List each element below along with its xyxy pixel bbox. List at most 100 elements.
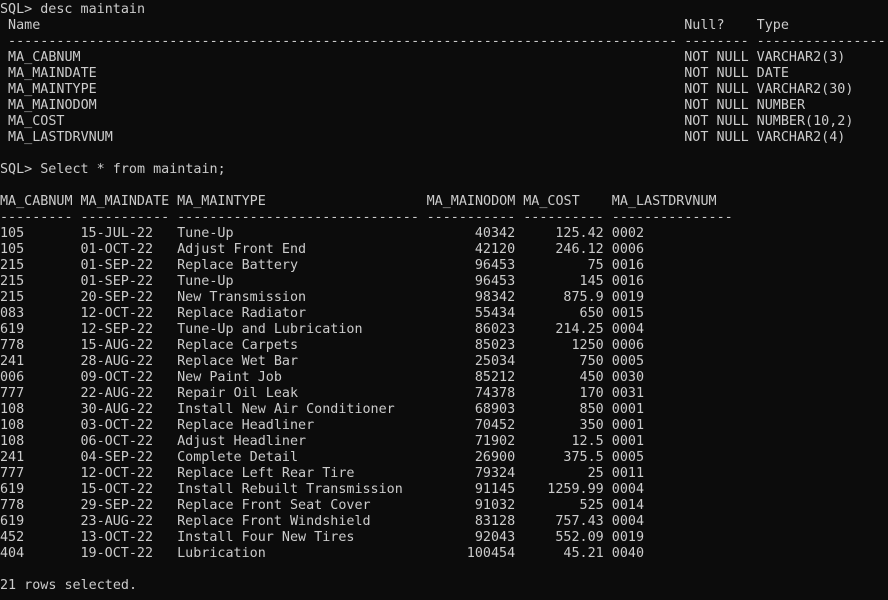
cell-cost: 850 (579, 402, 604, 417)
table-row: 108 30-AUG-22 Install New Air Conditioner 6… (0, 402, 888, 418)
result-header-cost: MA_COST (523, 194, 580, 209)
cell-cost: 875.9 (563, 290, 604, 305)
cell-mainodom: 91145 (474, 482, 516, 497)
table-row: 215 01-SEP-22 Tune-Up 96453 145 0016 (0, 274, 888, 290)
cell-maindate: 15-JUL-22 (80, 226, 154, 241)
cell-cost: 246.12 (555, 242, 604, 257)
table-row: 778 29-SEP-22 Replace Front Seat Cover 9103… (0, 498, 888, 514)
cell-lastdrvnum: 0040 (611, 546, 645, 561)
cell-cost: 757.43 (555, 514, 604, 529)
cell-maindate: 30-AUG-22 (80, 402, 154, 417)
cell-cabnum: 108 (0, 402, 25, 417)
cell-lastdrvnum: 0005 (611, 450, 645, 465)
cell-mainodom: 55434 (474, 306, 516, 321)
cell-cost: 1259.99 (547, 482, 604, 497)
cell-cabnum: 404 (0, 546, 25, 561)
cell-maintype: Install Four New Tires (177, 530, 355, 545)
result-sep-cost: ---------- (523, 210, 604, 225)
result-sep-lastdrvnum: --------------- (611, 210, 733, 225)
prompt-line-select: SQL> Select * from maintain; (0, 162, 888, 178)
cell-mainodom: 86023 (474, 322, 516, 337)
cell-cost: 750 (579, 354, 604, 369)
cell-maintype: Replace Front Windshield (177, 514, 371, 529)
cell-maindate: 09-OCT-22 (80, 370, 154, 385)
cell-lastdrvnum: 0031 (611, 386, 645, 401)
desc-col-null: NOT NULL (684, 82, 749, 97)
cell-cost: 214.25 (555, 322, 604, 337)
cell-cost: 375.5 (563, 450, 604, 465)
table-row: 105 15-JUL-22 Tune-Up 40342 125.42 0002 (0, 226, 888, 242)
desc-col-name: MA_COST (8, 114, 65, 129)
cell-maintype: Tune-Up and Lubrication (177, 322, 363, 337)
cell-cost: 75 (587, 258, 604, 273)
cell-cost: 12.5 (571, 434, 604, 449)
result-header-maintype: MA_MAINTYPE (177, 194, 266, 209)
desc-header-row: Name Null? Type (0, 18, 888, 34)
sql-prompt: SQL> (0, 2, 41, 17)
desc-col-type: NUMBER (756, 98, 806, 113)
footer-line: 21 rows selected. (0, 578, 888, 594)
cell-maintype: Repair Oil Leak (177, 386, 299, 401)
result-sep-cabnum: --------- (0, 210, 73, 225)
cell-lastdrvnum: 0004 (611, 482, 645, 497)
desc-col-type: VARCHAR2(4) (756, 130, 846, 145)
table-row: 215 20-SEP-22 New Transmission 98342 875.9 00… (0, 290, 888, 306)
desc-col-null: NOT NULL (684, 50, 749, 65)
desc-sep-type: ------------------------------------ (756, 34, 888, 49)
desc-col-name: MA_MAINODOM (8, 98, 97, 113)
desc-col-null: NOT NULL (684, 114, 749, 129)
desc-row: MA_MAINTYPE NOT NULL VARCHAR2(30) (0, 82, 888, 98)
table-row: 619 12-SEP-22 Tune-Up and Lubrication 86023… (0, 322, 888, 338)
cell-lastdrvnum: 0015 (611, 306, 645, 321)
cell-mainodom: 96453 (474, 258, 516, 273)
cell-mainodom: 40342 (474, 226, 516, 241)
cell-cabnum: 452 (0, 530, 25, 545)
cell-cabnum: 006 (0, 370, 25, 385)
cell-maindate: 22-AUG-22 (80, 386, 154, 401)
cell-maindate: 15-AUG-22 (80, 338, 154, 353)
table-row: 108 06-OCT-22 Adjust Headliner 71902 12.5 000… (0, 434, 888, 450)
cell-cabnum: 619 (0, 514, 25, 529)
desc-col-null: NOT NULL (684, 98, 749, 113)
table-row: 777 12-OCT-22 Replace Left Rear Tire 79324 2… (0, 466, 888, 482)
cell-maintype: New Paint Job (177, 370, 282, 385)
cell-maintype: Tune-Up (177, 226, 234, 241)
cell-cost: 145 (579, 274, 604, 289)
cell-cabnum: 241 (0, 450, 25, 465)
cell-maindate: 12-OCT-22 (80, 306, 154, 321)
cell-cost: 25 (587, 466, 604, 481)
cell-lastdrvnum: 0005 (611, 354, 645, 369)
desc-header-name: Name (8, 18, 41, 33)
cell-mainodom: 71902 (474, 434, 516, 449)
rows-selected-text: 21 rows selected. (0, 578, 138, 593)
cell-mainodom: 91032 (474, 498, 516, 513)
table-row: 006 09-OCT-22 New Paint Job 85212 450 0030 (0, 370, 888, 386)
table-row: 619 23-AUG-22 Replace Front Windshield 8312… (0, 514, 888, 530)
cell-maintype: Adjust Headliner (177, 434, 307, 449)
cell-cabnum: 083 (0, 306, 25, 321)
desc-row: MA_COST NOT NULL NUMBER(10,2) (0, 114, 888, 130)
cell-cost: 350 (579, 418, 604, 433)
table-row: 452 13-OCT-22 Install Four New Tires 92043 5… (0, 530, 888, 546)
cell-mainodom: 79324 (474, 466, 516, 481)
cell-lastdrvnum: 0006 (611, 338, 645, 353)
result-header-mainodom: MA_MAINODOM (426, 194, 516, 209)
cell-cabnum: 241 (0, 354, 25, 369)
cell-maindate: 01-OCT-22 (80, 242, 154, 257)
cell-cost: 1250 (571, 338, 604, 353)
cell-mainodom: 68903 (474, 402, 516, 417)
cell-maintype: Replace Headliner (177, 418, 315, 433)
cell-mainodom: 100454 (466, 546, 516, 561)
cell-maindate: 12-SEP-22 (80, 322, 154, 337)
cell-maindate: 20-SEP-22 (80, 290, 154, 305)
cell-maindate: 01-SEP-22 (80, 274, 154, 289)
desc-separator-row: ----------------------------------------… (0, 34, 888, 50)
table-row: 105 01-OCT-22 Adjust Front End 42120 246.12 0… (0, 242, 888, 258)
command-text: desc maintain (40, 2, 146, 17)
terminal-window[interactable]: SQL> desc maintain Name Null? Type ---------… (0, 2, 888, 594)
table-row: 241 04-SEP-22 Complete Detail 26900 375.5 000… (0, 450, 888, 466)
cell-mainodom: 83128 (474, 514, 516, 529)
cell-maintype: Complete Detail (177, 450, 299, 465)
cell-mainodom: 85023 (474, 338, 516, 353)
